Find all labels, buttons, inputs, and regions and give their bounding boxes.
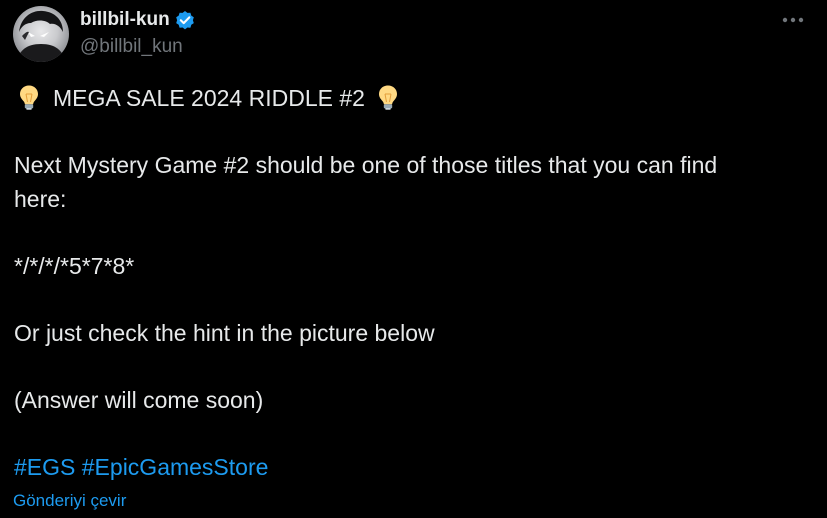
more-options-icon[interactable] bbox=[781, 12, 805, 28]
hashtag-egs[interactable]: #EGS bbox=[14, 454, 75, 480]
avatar[interactable] bbox=[13, 6, 69, 62]
hashtag-epicgamesstore[interactable]: #EpicGamesStore bbox=[82, 454, 269, 480]
riddle-title: MEGA SALE 2024 RIDDLE #2 bbox=[14, 82, 804, 116]
display-name-text: billbil-kun bbox=[80, 9, 170, 30]
author-display-name[interactable]: billbil-kun bbox=[80, 8, 196, 32]
tweet: billbil-kun @billbil_kun MEGA SALE 2024 … bbox=[0, 0, 827, 518]
verified-badge-icon bbox=[174, 9, 196, 31]
hint-text: Or just check the hint in the picture be… bbox=[14, 319, 435, 346]
description-line-2: here: bbox=[14, 185, 67, 212]
riddle-description: Next Mystery Game #2 should be one of th… bbox=[14, 149, 804, 216]
translate-post-link[interactable]: Gönderiyi çevir bbox=[13, 490, 126, 512]
description-line-1: Next Mystery Game #2 should be one of th… bbox=[14, 152, 718, 178]
avatar-image bbox=[17, 10, 65, 62]
lightbulb-emoji bbox=[18, 84, 40, 110]
answer-note: (Answer will come soon) bbox=[14, 386, 264, 413]
riddle-code: */*/*/*5*7*8* bbox=[14, 252, 135, 279]
author-handle[interactable]: @billbil_kun bbox=[80, 35, 183, 59]
tweet-text: MEGA SALE 2024 RIDDLE #2 Next Mystery Ga… bbox=[14, 82, 804, 484]
lightbulb-emoji bbox=[377, 84, 399, 110]
riddle-title-text: MEGA SALE 2024 RIDDLE #2 bbox=[53, 85, 365, 111]
hashtags: #EGS #EpicGamesStore bbox=[14, 451, 804, 485]
